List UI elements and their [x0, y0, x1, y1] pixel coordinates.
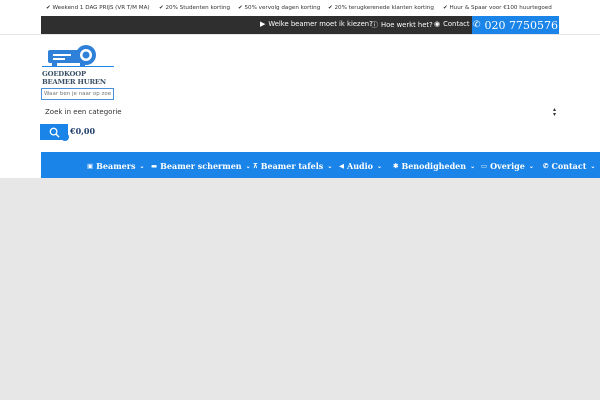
header: ✔ Weekend 1 DAG PRIJS (VR T/M MA) ✔ 20% …	[0, 0, 600, 178]
video-icon: ▶	[260, 20, 266, 28]
usp-item: ✔ 50% vervolg dagen korting	[238, 5, 321, 11]
chevron-down-icon: ⌄	[528, 162, 534, 170]
nav-label: Beamer schermen	[160, 161, 242, 171]
contact-label: Contact	[443, 20, 470, 28]
table-icon: ⊼	[253, 162, 258, 170]
phone-button[interactable]: ✆ 020 7750576	[472, 16, 559, 34]
user-icon: ◉	[434, 20, 441, 28]
usp-item: ✔ 20% terugkerenede klanten korting	[328, 5, 434, 11]
how-it-works-label: Hoe werkt het?	[381, 21, 433, 29]
which-beamer-link[interactable]: ▶ Welke beamer moet ik kiezen?	[260, 20, 373, 28]
nav-item-benodigheden[interactable]: ✱ Benodigheden ⌄	[393, 161, 475, 171]
nav-label: Benodigheden	[401, 161, 467, 171]
nav-item-overige[interactable]: ▭ Overige ⌄	[481, 161, 534, 171]
info-bar: ▶ Welke beamer moet ik kiezen? ⓘ Hoe wer…	[41, 16, 559, 34]
info-icon: ⓘ	[371, 21, 378, 29]
search-input[interactable]	[41, 88, 114, 100]
main-nav: ▣ Beamers ⌄ ▬ Beamer schermen ⌄ ⊼ Beamer…	[41, 152, 600, 178]
which-beamer-label: Welke beamer moet ik kiezen?	[268, 20, 373, 28]
divider	[0, 34, 600, 35]
cart-icon[interactable]	[61, 133, 69, 141]
logo-text: GOEDKOOP BEAMER HUREN	[42, 70, 118, 86]
how-it-works-link[interactable]: ⓘ Hoe werkt het?	[371, 20, 433, 30]
projector-logo-icon	[48, 45, 96, 66]
usp-item: ✔ Huur & Spaar voor €100 huurtegoed	[443, 5, 552, 11]
nav-item-beamers[interactable]: ▣ Beamers ⌄	[87, 161, 145, 171]
nav-item-audio[interactable]: ◀ Audio ⌄	[339, 161, 382, 171]
nav-label: Contact	[551, 161, 587, 171]
logo[interactable]: GOEDKOOP BEAMER HUREN	[42, 44, 118, 88]
nav-label: Overige	[490, 161, 525, 171]
nav-item-beamer-schermen[interactable]: ▬ Beamer schermen ⌄	[151, 161, 251, 171]
phone-icon: ✆	[472, 20, 481, 30]
category-select-label: Zoek in een categorie	[45, 107, 122, 116]
category-select[interactable]: Zoek in een categorie ▴ ▾	[41, 104, 559, 119]
nav-item-contact[interactable]: ✆ Contact ⌄	[543, 161, 595, 171]
screen-icon: ▬	[151, 162, 158, 170]
chevron-down-icon: ⌄	[139, 162, 145, 170]
speaker-icon: ◀	[339, 162, 344, 170]
contact-link[interactable]: ◉ Contact	[434, 20, 470, 28]
chevron-down-icon: ⌄	[377, 162, 383, 170]
usp-item: ✔ 20% Studenten korting	[159, 5, 231, 11]
cart-total[interactable]: €0,00	[70, 126, 95, 136]
nav-label: Beamers	[96, 161, 136, 171]
nav-label: Beamer tafels	[260, 161, 324, 171]
usp-item: ✔ Weekend 1 DAG PRIJS (VR T/M MA)	[46, 5, 150, 11]
phone-icon: ✆	[543, 162, 549, 170]
chevron-down-icon: ⌄	[245, 162, 251, 170]
usp-strip: ✔ Weekend 1 DAG PRIJS (VR T/M MA) ✔ 20% …	[0, 0, 600, 16]
phone-number: 020 7750576	[484, 18, 559, 32]
search-icon	[49, 127, 60, 138]
logo-line-1: GOEDKOOP	[42, 70, 86, 78]
gear-icon: ✱	[393, 162, 399, 170]
chevron-down-icon: ⌄	[327, 162, 333, 170]
logo-line-2: BEAMER HUREN	[42, 78, 106, 86]
nav-label: Audio	[347, 161, 373, 171]
select-arrows-icon: ▴ ▾	[552, 106, 556, 118]
projector-icon: ▣	[87, 162, 94, 170]
laptop-icon: ▭	[481, 162, 488, 170]
logo-underline	[42, 66, 114, 67]
chevron-down-icon: ⌄	[470, 162, 476, 170]
chevron-down-icon: ⌄	[590, 162, 596, 170]
nav-item-beamer-tafels[interactable]: ⊼ Beamer tafels ⌄	[253, 161, 332, 171]
